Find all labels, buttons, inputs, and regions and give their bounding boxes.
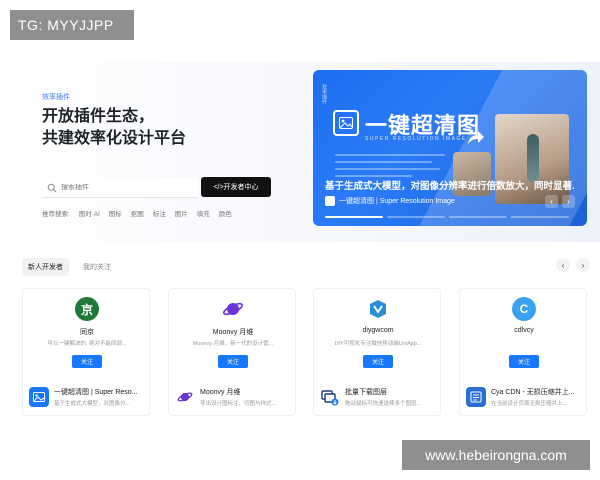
image-enhance-icon	[333, 110, 359, 136]
banner-next-button[interactable]: ›	[562, 195, 575, 208]
hot-tag[interactable]: 抠图	[131, 208, 144, 218]
diy-cube-icon	[366, 297, 390, 321]
avatar: 京	[75, 297, 99, 321]
plugin-title: Moonvy 月维	[200, 389, 241, 396]
hot-tag[interactable]: 图时 AI	[79, 208, 100, 218]
developer-name: 同京	[80, 329, 94, 336]
developer-card[interactable]: Moonvy 月维 Moonvy 月维，新一代的设计管... 关注 Moonvy…	[168, 288, 296, 416]
plugin-title: Cya CDN - 无损压缩并上...	[491, 389, 575, 396]
hero-eyebrow-wrap: 效率插件	[42, 92, 70, 102]
plugin-desc: 基于生成式大模型，对图像分...	[54, 401, 131, 407]
search-box[interactable]	[42, 178, 198, 198]
progress-segment[interactable]	[449, 216, 507, 218]
planet-icon	[221, 297, 245, 321]
follow-button[interactable]: 关注	[218, 355, 248, 368]
developer-card[interactable]: C cdlvcy 关注 Cya CDN - 无损压缩并上... 在当前设计页面无…	[459, 288, 587, 416]
image-enhance-icon	[29, 387, 49, 407]
plugin-item[interactable]: 一键超清图 | Super Reso... 基于生成式大模型，对图像分...	[29, 387, 146, 407]
hot-tag[interactable]: 标注	[153, 208, 166, 218]
follow-button[interactable]: 关注	[509, 355, 539, 368]
tab-my-follows[interactable]: 我的关注	[77, 258, 117, 276]
hot-search-row: 推荐搜索: 图时 AI 图标 抠图 标注 图片 填充 颜色	[42, 208, 232, 218]
follow-button[interactable]: 关注	[72, 355, 102, 368]
batch-download-icon	[320, 387, 340, 407]
developer-desc: DIY可视化专注微信移动端UniApp...	[334, 341, 422, 347]
developer-center-button[interactable]: </>开发者中心	[201, 177, 271, 197]
plugin-title: 批量下载图层	[345, 389, 387, 396]
plugin-desc: 拖动鼠标可快速选择多个图层...	[345, 401, 422, 407]
developer-tabs: 新人开发者 我的关注	[22, 258, 117, 276]
plugin-item[interactable]: 批量下载图层 拖动鼠标可快速选择多个图层...	[320, 387, 437, 407]
banner-side-text: 效率插件	[321, 84, 327, 104]
share-arrow-icon	[468, 131, 484, 144]
developer-name: cdlvcy	[514, 327, 534, 334]
developer-name: Moonvy 月维	[212, 329, 254, 336]
planet-icon	[175, 387, 195, 407]
developer-name: diygwcom	[362, 327, 394, 334]
developer-desc: 可以一键解决的, 绝对不能同调...	[47, 341, 127, 347]
progress-segment[interactable]	[511, 216, 569, 218]
follow-button[interactable]: 关注	[363, 355, 393, 368]
hero-headline: 开放插件生态， 共建效率化设计平台	[42, 106, 242, 150]
page: TG: MYYJJPP www.hebeirongna.com 效率插件 开放插…	[0, 0, 600, 480]
watermark-top-left: TG: MYYJJPP	[10, 10, 134, 40]
plugin-item[interactable]: Moonvy 月维 导出设计图标注、切图与样式...	[175, 387, 292, 407]
plugin-title: 一键超清图 | Super Reso...	[54, 389, 138, 396]
plugin-desc: 在当前设计页面无损压缩并上...	[491, 401, 568, 407]
tab-new-developers[interactable]: 新人开发者	[22, 258, 69, 276]
hot-tag[interactable]: 颜色	[219, 208, 232, 218]
banner-caption: 基于生成式大模型，对图像分辨率进行倍数放大，同时显著...	[325, 181, 575, 192]
hot-search-label: 推荐搜索:	[42, 211, 70, 218]
progress-segment[interactable]	[387, 216, 445, 218]
banner-subtitle: SUPER RESOLUTION IMAGE	[365, 136, 467, 142]
banner-meta-text: 一键超清图 | Super Resolution Image	[339, 198, 455, 205]
hot-tag[interactable]: 图标	[109, 208, 122, 218]
watermark-bottom-right: www.hebeirongna.com	[402, 440, 590, 470]
list-next-button[interactable]: ›	[576, 258, 590, 272]
progress-segment[interactable]	[325, 216, 383, 218]
plugin-mini-icon	[325, 196, 335, 206]
avatar: C	[512, 297, 536, 321]
cdn-icon	[466, 387, 486, 407]
developer-card[interactable]: diygwcom DIY可视化专注微信移动端UniApp... 关注 批量下载图…	[313, 288, 441, 416]
plugin-desc: 导出设计图标注、切图与样式...	[200, 401, 277, 407]
plugin-item[interactable]: Cya CDN - 无损压缩并上... 在当前设计页面无损压缩并上...	[466, 387, 583, 407]
developer-card[interactable]: 京 同京 可以一键解决的, 绝对不能同调... 关注 一键超清图 | Super…	[22, 288, 150, 416]
developer-desc: Moonvy 月维，新一代的设计管...	[192, 341, 274, 347]
headline-line-2: 共建效率化设计平台	[42, 130, 187, 147]
banner-meta: 一键超清图 | Super Resolution Image	[325, 196, 455, 206]
banner-progress	[325, 216, 569, 218]
list-prev-button[interactable]: ‹	[556, 258, 570, 272]
headline-line-1: 开放插件生态，	[42, 108, 155, 125]
search-icon	[47, 183, 57, 192]
hot-tag[interactable]: 填充	[197, 208, 210, 218]
hero-eyebrow: 效率插件	[42, 94, 70, 101]
hot-tag[interactable]: 图片	[175, 208, 188, 218]
banner-prev-button[interactable]: ‹	[545, 195, 558, 208]
featured-banner[interactable]: 效率插件 一键超清图 SUPER RESOLUTION IMAGE 基于生成式大…	[313, 70, 587, 226]
search-input[interactable]	[61, 184, 191, 191]
